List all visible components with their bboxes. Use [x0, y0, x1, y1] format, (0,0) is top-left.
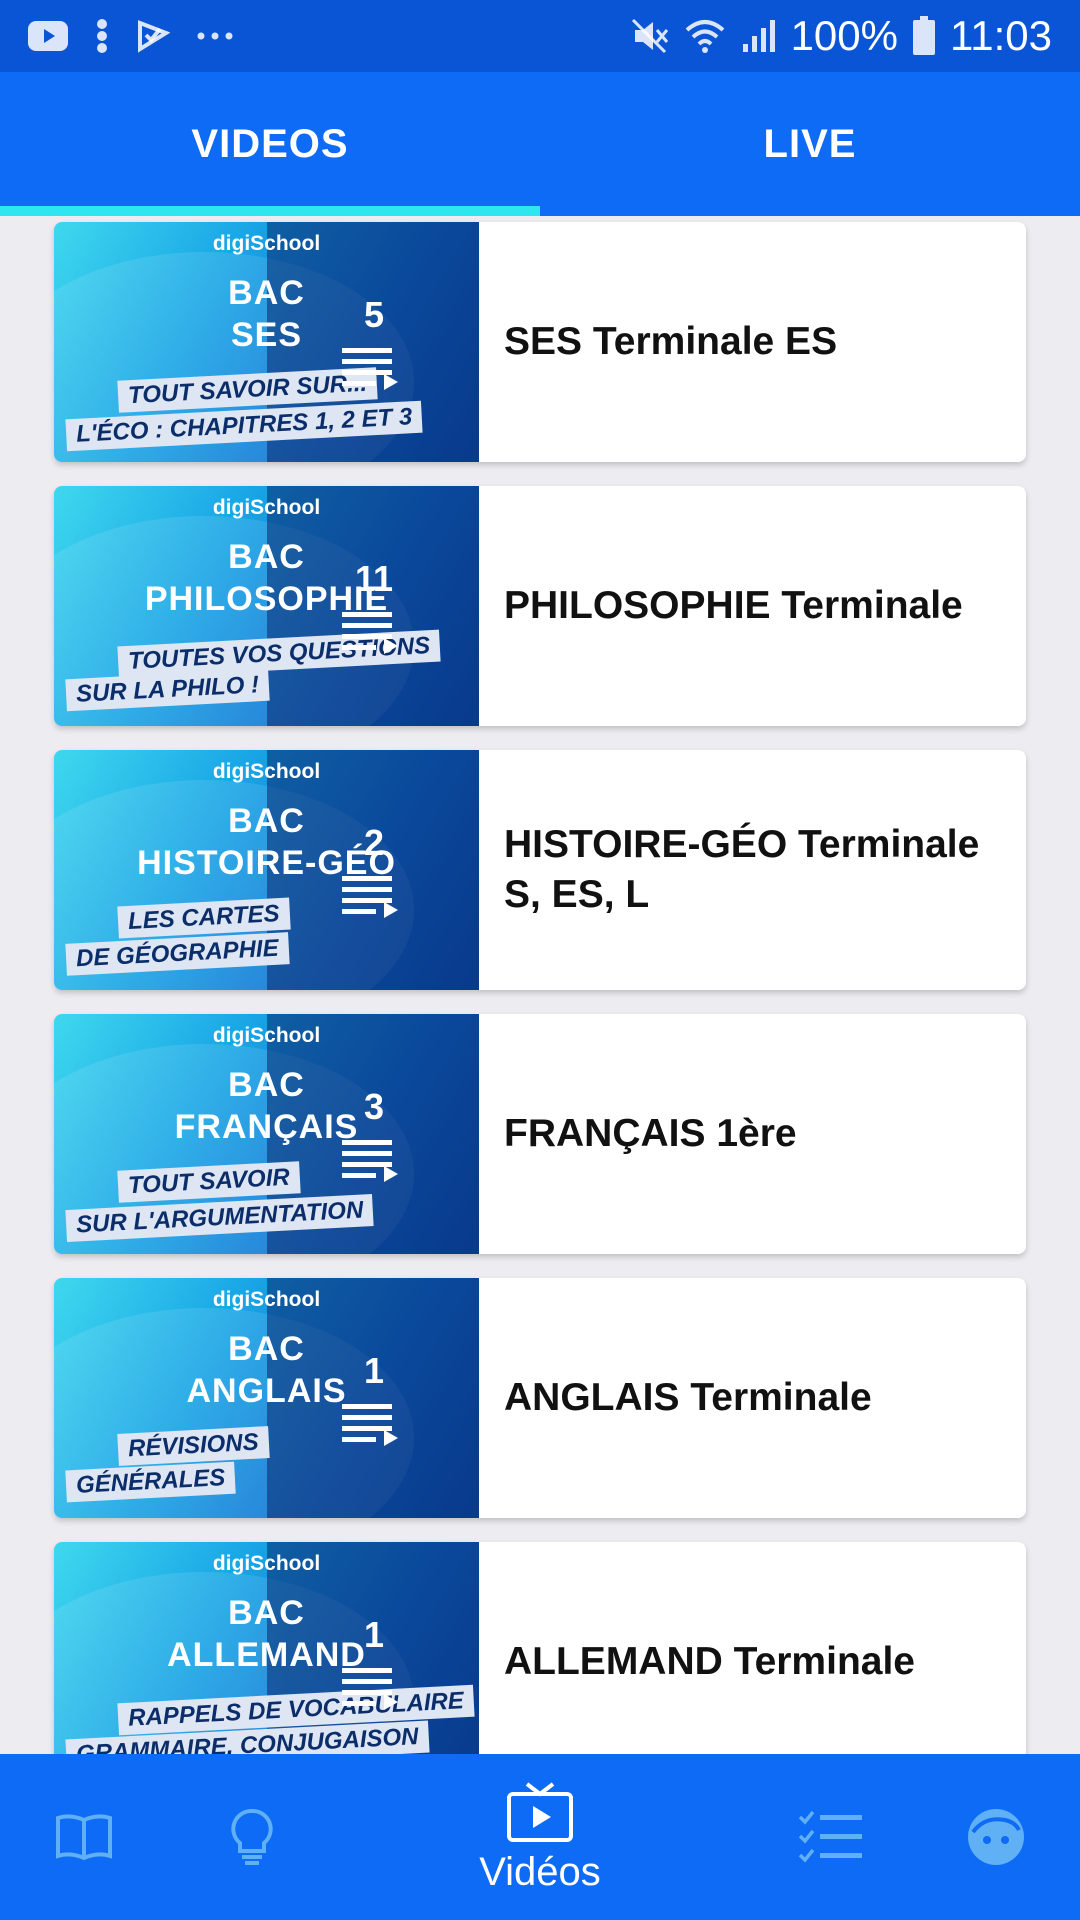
thumbnail-line2: ANGLAIS — [186, 1372, 347, 1410]
thumbnail-line2: PHILOSOPHIE — [144, 580, 389, 618]
playlist-thumbnail: digiSchool BAC HISTOIRE-GÉO LES CARTES D… — [54, 750, 479, 990]
playlist-play-icon — [342, 1668, 398, 1710]
playlist-card[interactable]: digiSchool BAC SES TOUT SAVOIR SUR... L'… — [54, 222, 1026, 462]
playlist-play-icon — [342, 876, 398, 918]
video-count: 5 — [363, 294, 385, 335]
brand-logo: digiSchool — [212, 496, 321, 519]
playlist-title: FRANÇAIS 1ère — [504, 1112, 797, 1156]
thumbnail-line1: BAC — [228, 1330, 305, 1368]
playlist-play-icon — [342, 612, 398, 654]
nav-item-checklist[interactable] — [786, 1754, 876, 1920]
video-count: 2 — [363, 822, 385, 863]
brand-logo: digiSchool — [212, 760, 321, 783]
nav-item-profile[interactable] — [956, 1754, 1036, 1920]
tab-videos-label: VIDEOS — [191, 121, 349, 166]
playlist-title: ALLEMAND Terminale — [504, 1640, 915, 1684]
nav-item-tips[interactable] — [212, 1754, 292, 1920]
book-icon — [56, 1814, 112, 1861]
mute-icon — [629, 16, 669, 56]
brand-logo: digiSchool — [212, 1288, 321, 1311]
battery-icon — [912, 16, 936, 56]
check-flag-icon — [136, 19, 170, 53]
tab-videos[interactable]: VIDEOS — [0, 72, 540, 216]
playlist-title: PHILOSOPHIE Terminale — [504, 584, 963, 628]
playlist-card[interactable]: digiSchool BAC ALLEMAND RAPPELS DE VOCAB… — [54, 1542, 1026, 1754]
thumbnail-line2: SES — [230, 316, 303, 354]
wifi-icon — [683, 16, 727, 56]
brand-logo: digiSchool — [212, 1024, 321, 1047]
youtube-icon — [28, 21, 68, 51]
thumbnail-line1: BAC — [228, 538, 305, 576]
nav-item-book[interactable] — [44, 1754, 124, 1920]
checklist-icon — [798, 1810, 862, 1863]
playlist-title: SES Terminale ES — [504, 320, 838, 364]
nav-label-videos: Vidéos — [479, 1849, 601, 1894]
face-icon — [968, 1809, 1024, 1865]
tv-play-icon — [507, 1781, 573, 1842]
thumbnail-line2: HISTOIRE-GÉO — [137, 844, 396, 882]
status-time: 11:03 — [950, 12, 1052, 59]
thumbnail-line1: BAC — [228, 274, 305, 312]
top-tab-bar: VIDEOS LIVE — [0, 72, 1080, 216]
video-count: 11 — [354, 558, 394, 599]
video-count: 3 — [363, 1086, 385, 1127]
video-count: 1 — [363, 1350, 385, 1391]
playlist-title: ANGLAIS Terminale — [504, 1376, 872, 1420]
thumbnail-line2: ALLEMAND — [167, 1636, 366, 1674]
lightbulb-icon — [231, 1808, 273, 1865]
playlist-card[interactable]: digiSchool BAC ANGLAIS RÉVISIONS GÉNÉRAL… — [54, 1278, 1026, 1518]
more-horizontal-icon — [196, 31, 234, 41]
playlist-card[interactable]: digiSchool BAC PHILOSOPHIE TOUTES VOS QU… — [54, 486, 1026, 726]
brand-logo: digiSchool — [212, 232, 321, 255]
thumbnail-line1: BAC — [228, 802, 305, 840]
playlist-play-icon — [342, 348, 398, 390]
playlist-list[interactable]: digiSchool BAC SES TOUT SAVOIR SUR... L'… — [0, 216, 1080, 1754]
playlist-thumbnail: digiSchool BAC ANGLAIS RÉVISIONS GÉNÉRAL… — [54, 1278, 479, 1518]
tab-live[interactable]: LIVE — [540, 72, 1080, 216]
status-bar: 100% 11:03 — [0, 0, 1080, 72]
tab-live-label: LIVE — [763, 121, 857, 166]
thumbnail-line1: BAC — [228, 1594, 305, 1632]
playlist-card[interactable]: digiSchool BAC FRANÇAIS TOUT SAVOIR SUR … — [54, 1014, 1026, 1254]
playlist-card[interactable]: digiSchool BAC HISTOIRE-GÉO LES CARTES D… — [54, 750, 1026, 990]
thumbnail-line2: FRANÇAIS — [174, 1108, 359, 1146]
playlist-title: HISTOIRE-GÉO Terminale S, ES, L — [504, 823, 980, 916]
nav-item-videos[interactable]: Vidéos — [440, 1754, 640, 1920]
dots-vertical-icon — [94, 19, 110, 53]
playlist-thumbnail: digiSchool BAC ALLEMAND RAPPELS DE VOCAB… — [54, 1542, 479, 1754]
bottom-navigation: Vidéos — [0, 1754, 1080, 1920]
signal-icon — [741, 18, 777, 54]
playlist-thumbnail: digiSchool BAC SES TOUT SAVOIR SUR... L'… — [54, 222, 479, 462]
playlist-play-icon — [342, 1404, 398, 1446]
playlist-thumbnail: digiSchool BAC PHILOSOPHIE TOUTES VOS QU… — [54, 486, 479, 726]
video-count: 1 — [363, 1614, 385, 1655]
playlist-play-icon — [342, 1140, 398, 1182]
playlist-thumbnail: digiSchool BAC FRANÇAIS TOUT SAVOIR SUR … — [54, 1014, 479, 1254]
battery-percentage: 100% — [790, 12, 898, 59]
thumbnail-line1: BAC — [228, 1066, 305, 1104]
brand-logo: digiSchool — [212, 1552, 321, 1575]
